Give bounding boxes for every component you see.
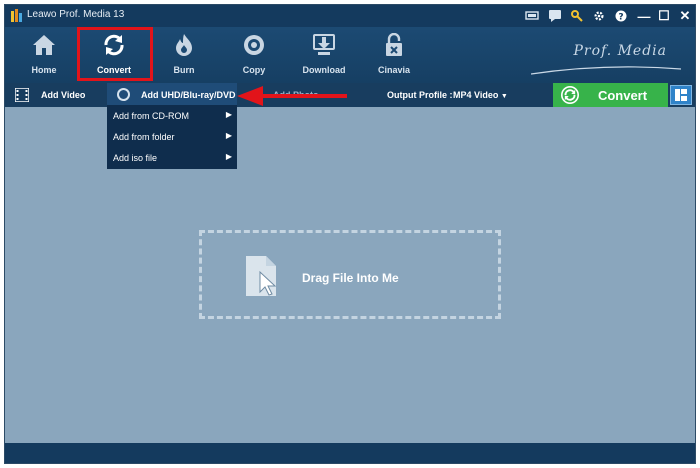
svg-text:?: ? — [618, 13, 623, 23]
disc-icon — [117, 88, 130, 101]
submenu-arrow-icon: ▶ — [225, 110, 232, 119]
menu-item-label: Add from folder — [113, 132, 175, 142]
submenu-arrow-icon: ▶ — [225, 131, 232, 140]
menu-item-add-from-folder[interactable]: Add from folder ▶ — [107, 126, 237, 147]
nav-cinavia[interactable]: Cinavia — [359, 27, 429, 83]
gear-icon[interactable] — [591, 8, 607, 24]
nav-cinavia-label: Cinavia — [377, 65, 410, 75]
menu-item-add-iso-file[interactable]: Add iso file ▶ — [107, 147, 237, 168]
home-icon — [33, 35, 55, 55]
layout-toggle-button[interactable] — [670, 85, 692, 105]
window-title: Leawo Prof. Media 13 — [27, 9, 125, 20]
nav-download[interactable]: Download — [289, 27, 359, 83]
nav-burn[interactable]: Burn — [149, 27, 219, 83]
add-video-button[interactable]: Add Video — [41, 90, 85, 100]
help-icon[interactable]: ? — [613, 8, 629, 24]
copy-icon — [244, 35, 264, 55]
minimize-button[interactable]: — — [635, 7, 653, 25]
brand-swoosh-icon — [531, 66, 681, 75]
drop-zone-label: Drag File Into Me — [302, 271, 399, 285]
nav-home-label: Home — [31, 65, 57, 75]
output-profile-select[interactable]: MP4 Video ▼ — [453, 90, 508, 100]
app-window: Leawo Prof. Media 13 ? — ☐ ✕ Home Conver… — [4, 4, 696, 464]
output-profile-value: MP4 Video — [453, 90, 499, 100]
menu-item-add-from-cdrom[interactable]: Add from CD-ROM ▶ — [107, 105, 237, 126]
drag-file-icon — [246, 256, 277, 296]
convert-button-label: Convert — [597, 88, 648, 103]
add-disc-dropdown: Add UHD/Blu-ray/DVD Add from CD-ROM ▶ Ad… — [107, 83, 237, 169]
add-uhd-bluray-dvd-label: Add UHD/Blu-ray/DVD — [141, 90, 236, 100]
nav-download-label: Download — [302, 65, 346, 75]
chevron-down-icon: ▼ — [500, 93, 508, 100]
cart-icon[interactable] — [524, 8, 540, 24]
nav-copy-label: Copy — [242, 65, 266, 75]
nav-copy[interactable]: Copy — [219, 27, 289, 83]
maximize-button[interactable]: ☐ — [655, 7, 673, 25]
title-bar: Leawo Prof. Media 13 ? — ☐ ✕ — [5, 5, 695, 27]
cinavia-icon — [386, 33, 402, 56]
chat-icon[interactable] — [547, 8, 563, 24]
status-bar — [5, 443, 695, 463]
drop-zone[interactable]: Drag File Into Me — [199, 230, 501, 319]
menu-item-label: Add iso file — [113, 153, 158, 163]
download-icon — [313, 34, 335, 55]
close-button[interactable]: ✕ — [676, 7, 694, 25]
brand-logo: Prof. Media — [531, 33, 687, 75]
submenu-arrow-icon: ▶ — [225, 152, 232, 161]
brand-text: Prof. Media — [573, 43, 667, 59]
output-profile-label: Output Profile : — [387, 90, 453, 100]
burn-icon — [176, 34, 192, 56]
app-logo-icon — [11, 9, 22, 22]
main-toolbar: Home Convert Burn Copy Download Cinavia … — [5, 27, 695, 83]
nav-burn-label: Burn — [173, 65, 195, 75]
layout-icon — [675, 89, 687, 101]
nav-home[interactable]: Home — [9, 27, 79, 83]
convert-button[interactable]: Convert — [553, 83, 668, 107]
convert-highlight-box — [77, 27, 153, 81]
film-icon — [15, 88, 29, 102]
annotation-arrow-icon — [237, 86, 347, 106]
menu-item-label: Add from CD-ROM — [113, 111, 190, 121]
key-icon[interactable] — [569, 8, 585, 24]
add-uhd-bluray-dvd-button[interactable]: Add UHD/Blu-ray/DVD — [107, 83, 237, 105]
